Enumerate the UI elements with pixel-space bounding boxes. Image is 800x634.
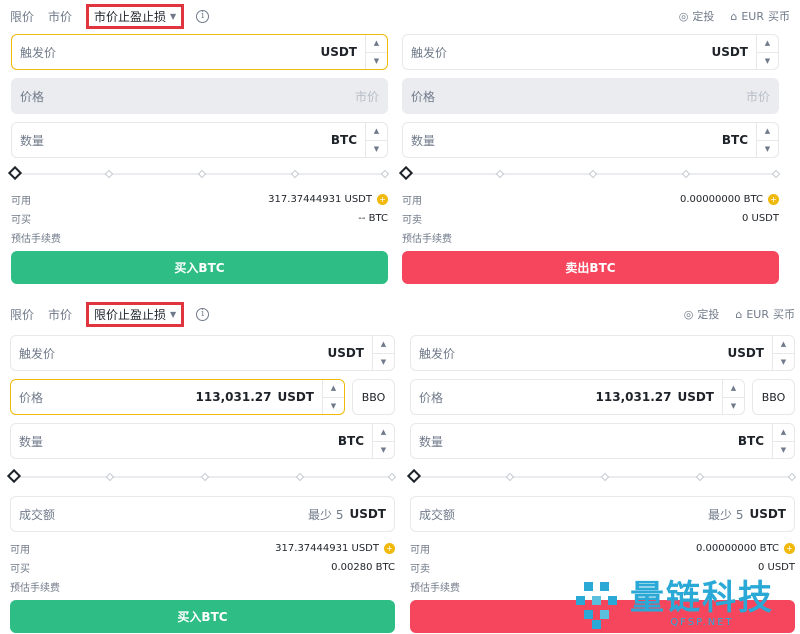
order-type-dropdown[interactable]: 市价止盈止损 ▼ (86, 3, 185, 29)
chevron-down-icon: ▼ (170, 309, 177, 319)
bottom-right-links: ◎ 定投 ⌂ EUR 买币 (668, 306, 795, 322)
bottom-buy-max: 可买 0.00280 BTC (10, 562, 395, 575)
dca-icon: ◎ (683, 307, 694, 321)
top-buy-amount-input[interactable]: 数量 BTC ▲ ▼ (11, 122, 388, 158)
buy-crypto-link[interactable]: ⌂ EUR 买币 (731, 306, 795, 322)
stepper-arrows[interactable]: ▲ ▼ (772, 424, 794, 458)
tab-market[interactable]: 市价 (48, 8, 72, 25)
bbo-button[interactable]: BBO (352, 379, 395, 415)
add-funds-icon[interactable]: + (784, 543, 795, 554)
bbo-button[interactable]: BBO (752, 379, 795, 415)
slider-handle[interactable] (398, 165, 414, 181)
bottom-sell-available: 可用 0.00000000 BTC + (410, 541, 795, 556)
stepper-arrows[interactable]: ▲ ▼ (322, 380, 344, 414)
bottom-buy-price-input[interactable]: 价格 113,031.27 USDT ▲ ▼ (10, 379, 345, 415)
watermark-title: 量链科技 (630, 577, 774, 618)
watermark-subtitle: QFSP.NET (670, 616, 734, 628)
dca-link[interactable]: ◎ 定投 (680, 306, 720, 322)
top-sell-fee: 预估手续费 (402, 234, 452, 245)
stepper-arrows[interactable]: ▲ ▼ (772, 336, 794, 370)
stepper-arrows[interactable]: ▲ ▼ (372, 424, 394, 458)
info-icon[interactable]: i (196, 307, 210, 321)
bottom-order-tabs: 限价 市价 限价止盈止损 ▼ i ◎ 定投 ⌂ EUR 买币 (10, 300, 795, 328)
order-type-dropdown[interactable]: 限价止盈止损 ▼ (86, 301, 185, 327)
bottom-sell-slider[interactable] (406, 468, 797, 484)
order-type-label: 限价止盈止损 (94, 307, 167, 322)
bottom-sell-amount-input[interactable]: 数量 BTC ▲ ▼ (410, 423, 795, 459)
top-buy-max: 可买 -- BTC (11, 213, 388, 226)
watermark-mark-icon (576, 578, 622, 629)
bottom-sell-trigger-input[interactable]: 触发价 USDT ▲ ▼ (410, 335, 795, 371)
add-funds-icon[interactable]: + (768, 194, 779, 205)
buy-crypto-icon: ⌂ (735, 307, 743, 321)
buy-btc-button[interactable]: 买入BTC (11, 251, 388, 284)
stepper-arrows[interactable]: ▲ ▼ (365, 123, 387, 157)
tab-limit[interactable]: 限价 (10, 306, 34, 323)
add-funds-icon[interactable]: + (384, 543, 395, 554)
stepper-arrows[interactable]: ▲ ▼ (756, 35, 778, 69)
bottom-buy-amount-input[interactable]: 数量 BTC ▲ ▼ (10, 423, 395, 459)
chevron-down-icon: ▼ (170, 11, 177, 21)
top-buy-available: 可用 317.37444931 USDT + (11, 192, 388, 207)
buy-crypto-icon: ⌂ (730, 9, 738, 23)
top-buy-fee: 预估手续费 (11, 234, 61, 245)
buy-crypto-link[interactable]: ⌂ EUR 买币 (726, 8, 790, 24)
watermark-logo: 量链科技 QFSP.NET (576, 574, 796, 632)
order-type-label: 市价止盈止损 (94, 9, 167, 24)
bottom-buy-trigger-input[interactable]: 触发价 USDT ▲ ▼ (10, 335, 395, 371)
buy-btc-button[interactable]: 买入BTC (10, 600, 395, 633)
top-sell-slider[interactable] (398, 165, 781, 181)
top-sell-max: 可卖 0 USDT (402, 213, 779, 226)
bottom-sell-price-input[interactable]: 价格 113,031.27 USDT ▲ ▼ (410, 379, 745, 415)
slider-handle[interactable] (406, 468, 422, 484)
bottom-sell-total-input[interactable]: 成交额 最少 5 USDT (410, 496, 795, 532)
sell-btc-button[interactable]: 卖出BTC (402, 251, 779, 284)
top-buy-trigger-input[interactable]: 触发价 USDT ▲ ▼ (11, 34, 388, 70)
dca-link[interactable]: ◎ 定投 (675, 8, 715, 24)
stepper-arrows[interactable]: ▲ ▼ (722, 380, 744, 414)
add-funds-icon[interactable]: + (377, 194, 388, 205)
top-sell-amount-input[interactable]: 数量 BTC ▲ ▼ (402, 122, 779, 158)
tab-limit[interactable]: 限价 (10, 8, 34, 25)
top-right-links: ◎ 定投 ⌂ EUR 买币 (663, 8, 790, 24)
slider-handle[interactable] (7, 165, 23, 181)
info-icon[interactable]: i (196, 9, 210, 23)
slider-handle[interactable] (6, 468, 22, 484)
top-buy-price-input: 价格 市价 (11, 78, 388, 114)
stepper-arrows[interactable]: ▲ ▼ (756, 123, 778, 157)
bottom-sell-max: 可卖 0 USDT (410, 562, 795, 575)
bottom-buy-total-input[interactable]: 成交额 最少 5 USDT (10, 496, 395, 532)
bottom-buy-slider[interactable] (6, 468, 397, 484)
top-order-tabs: 限价 市价 市价止盈止损 ▼ i ◎ 定投 ⌂ EUR 买币 (10, 2, 790, 30)
top-sell-price-input: 价格 市价 (402, 78, 779, 114)
tab-market[interactable]: 市价 (48, 306, 72, 323)
top-sell-trigger-input[interactable]: 触发价 USDT ▲ ▼ (402, 34, 779, 70)
top-buy-slider[interactable] (7, 165, 390, 181)
bottom-buy-available: 可用 317.37444931 USDT + (10, 541, 395, 556)
bottom-buy-fee: 预估手续费 (10, 583, 60, 594)
dca-icon: ◎ (678, 9, 689, 23)
stepper-arrows[interactable]: ▲ ▼ (372, 336, 394, 370)
top-sell-available: 可用 0.00000000 BTC + (402, 192, 779, 207)
stepper-arrows[interactable]: ▲ ▼ (365, 35, 387, 69)
